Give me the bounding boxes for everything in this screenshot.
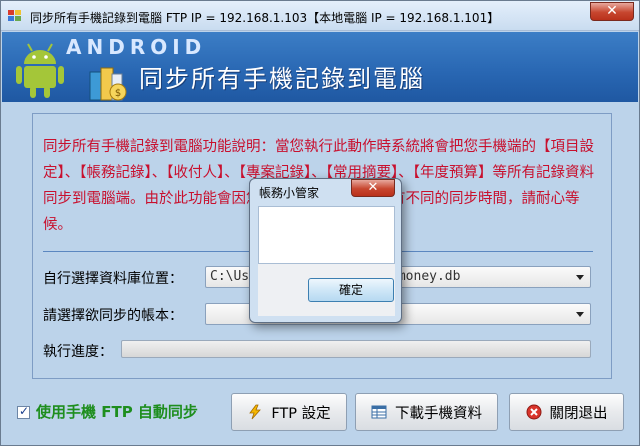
- svg-text:$: $: [115, 88, 121, 99]
- chevron-down-icon[interactable]: [576, 275, 584, 280]
- header-title: 同步所有手機記錄到電腦: [139, 65, 425, 93]
- window-title: 同步所有手機記錄到電腦 FTP IP = 192.168.1.103【本地電腦 …: [30, 11, 500, 25]
- db-location-label: 自行選擇資料庫位置：: [43, 271, 183, 287]
- ftp-settings-button[interactable]: FTP 設定: [231, 393, 347, 431]
- android-robot-icon: [16, 43, 64, 98]
- ftp-settings-label: FTP 設定: [271, 405, 331, 422]
- window-close-button[interactable]: ✕: [590, 2, 634, 21]
- table-icon: [371, 405, 387, 419]
- header-banner: ANDROID $ 同步所有手機記錄到電腦: [2, 32, 638, 102]
- footer-bar: 使用手機 FTP 自動同步 FTP 設定 下載手機資料 關閉退出: [2, 389, 638, 445]
- ftp-auto-sync-checkbox[interactable]: [17, 404, 30, 419]
- books-money-icon: $: [89, 67, 127, 101]
- download-phone-data-label: 下載手機資料: [395, 405, 482, 422]
- ftp-auto-sync-label[interactable]: 使用手機 FTP 自動同步: [36, 401, 198, 422]
- progress-label: 執行進度：: [43, 344, 113, 360]
- dialog-ok-button[interactable]: 確定: [308, 278, 394, 302]
- close-exit-label: 關閉退出: [549, 405, 608, 422]
- close-circle-icon: [526, 404, 541, 420]
- lightning-icon: [249, 404, 262, 420]
- title-bar[interactable]: 同步所有手機記錄到電腦 FTP IP = 192.168.1.103【本地電腦 …: [1, 1, 639, 31]
- download-phone-data-button[interactable]: 下載手機資料: [355, 393, 498, 431]
- app-icon: [8, 10, 22, 22]
- main-window: 同步所有手機記錄到電腦 FTP IP = 192.168.1.103【本地電腦 …: [0, 0, 640, 446]
- chevron-down-icon[interactable]: [576, 312, 584, 317]
- brand-text: ANDROID: [66, 35, 207, 59]
- dialog-title: 帳務小管家: [259, 186, 320, 200]
- sync-progress-bar: [121, 340, 591, 358]
- message-dialog: 帳務小管家 ✕ 確定: [249, 178, 402, 323]
- dialog-close-button[interactable]: ✕: [351, 179, 395, 197]
- dialog-message: [258, 206, 395, 264]
- close-exit-button[interactable]: 關閉退出: [509, 393, 624, 431]
- dialog-footer: 確定: [258, 264, 395, 316]
- account-label: 請選擇欲同步的帳本：: [43, 308, 183, 324]
